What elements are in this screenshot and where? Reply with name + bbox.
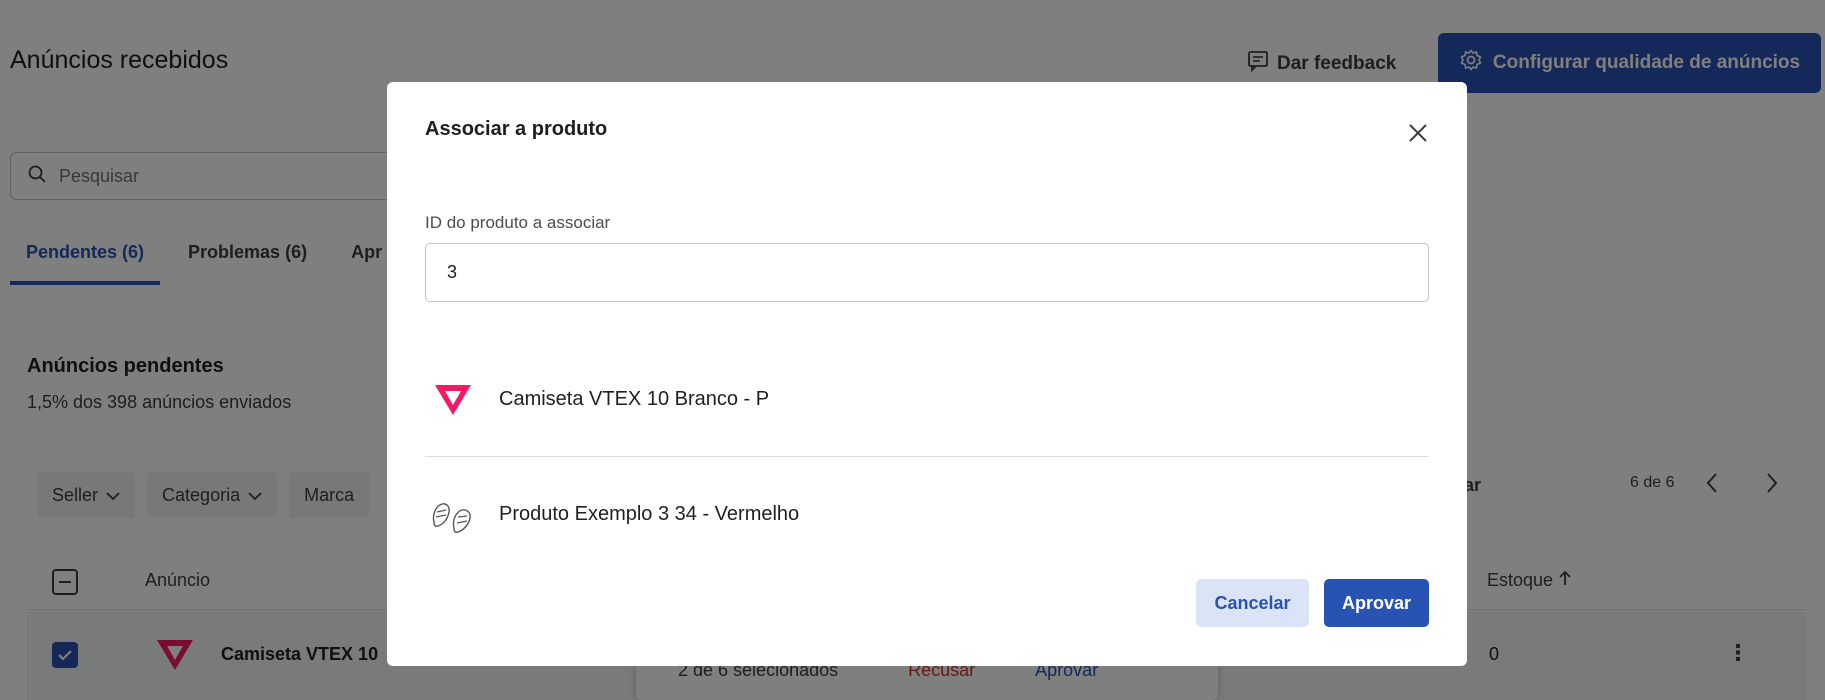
sandals-icon [425, 486, 481, 542]
product-id-input[interactable] [425, 243, 1429, 302]
result-name: Camiseta VTEX 10 Branco - P [499, 388, 770, 410]
product-id-label: ID do produto a associar [425, 213, 611, 232]
associate-product-modal: Associar a produto ID do produto a assoc… [387, 82, 1467, 666]
result-item[interactable]: Produto Exemplo 3 34 - Vermelho [425, 457, 1429, 571]
cancel-button[interactable]: Cancelar [1196, 579, 1309, 627]
result-name: Produto Exemplo 3 34 - Vermelho [499, 502, 800, 525]
approve-button[interactable]: Aprovar [1324, 579, 1429, 627]
modal-title: Associar a produto [425, 118, 608, 140]
vtex-logo-icon [425, 372, 481, 428]
close-icon[interactable] [1403, 118, 1433, 148]
result-item[interactable]: Camiseta VTEX 10 Branco - P [425, 343, 1429, 457]
